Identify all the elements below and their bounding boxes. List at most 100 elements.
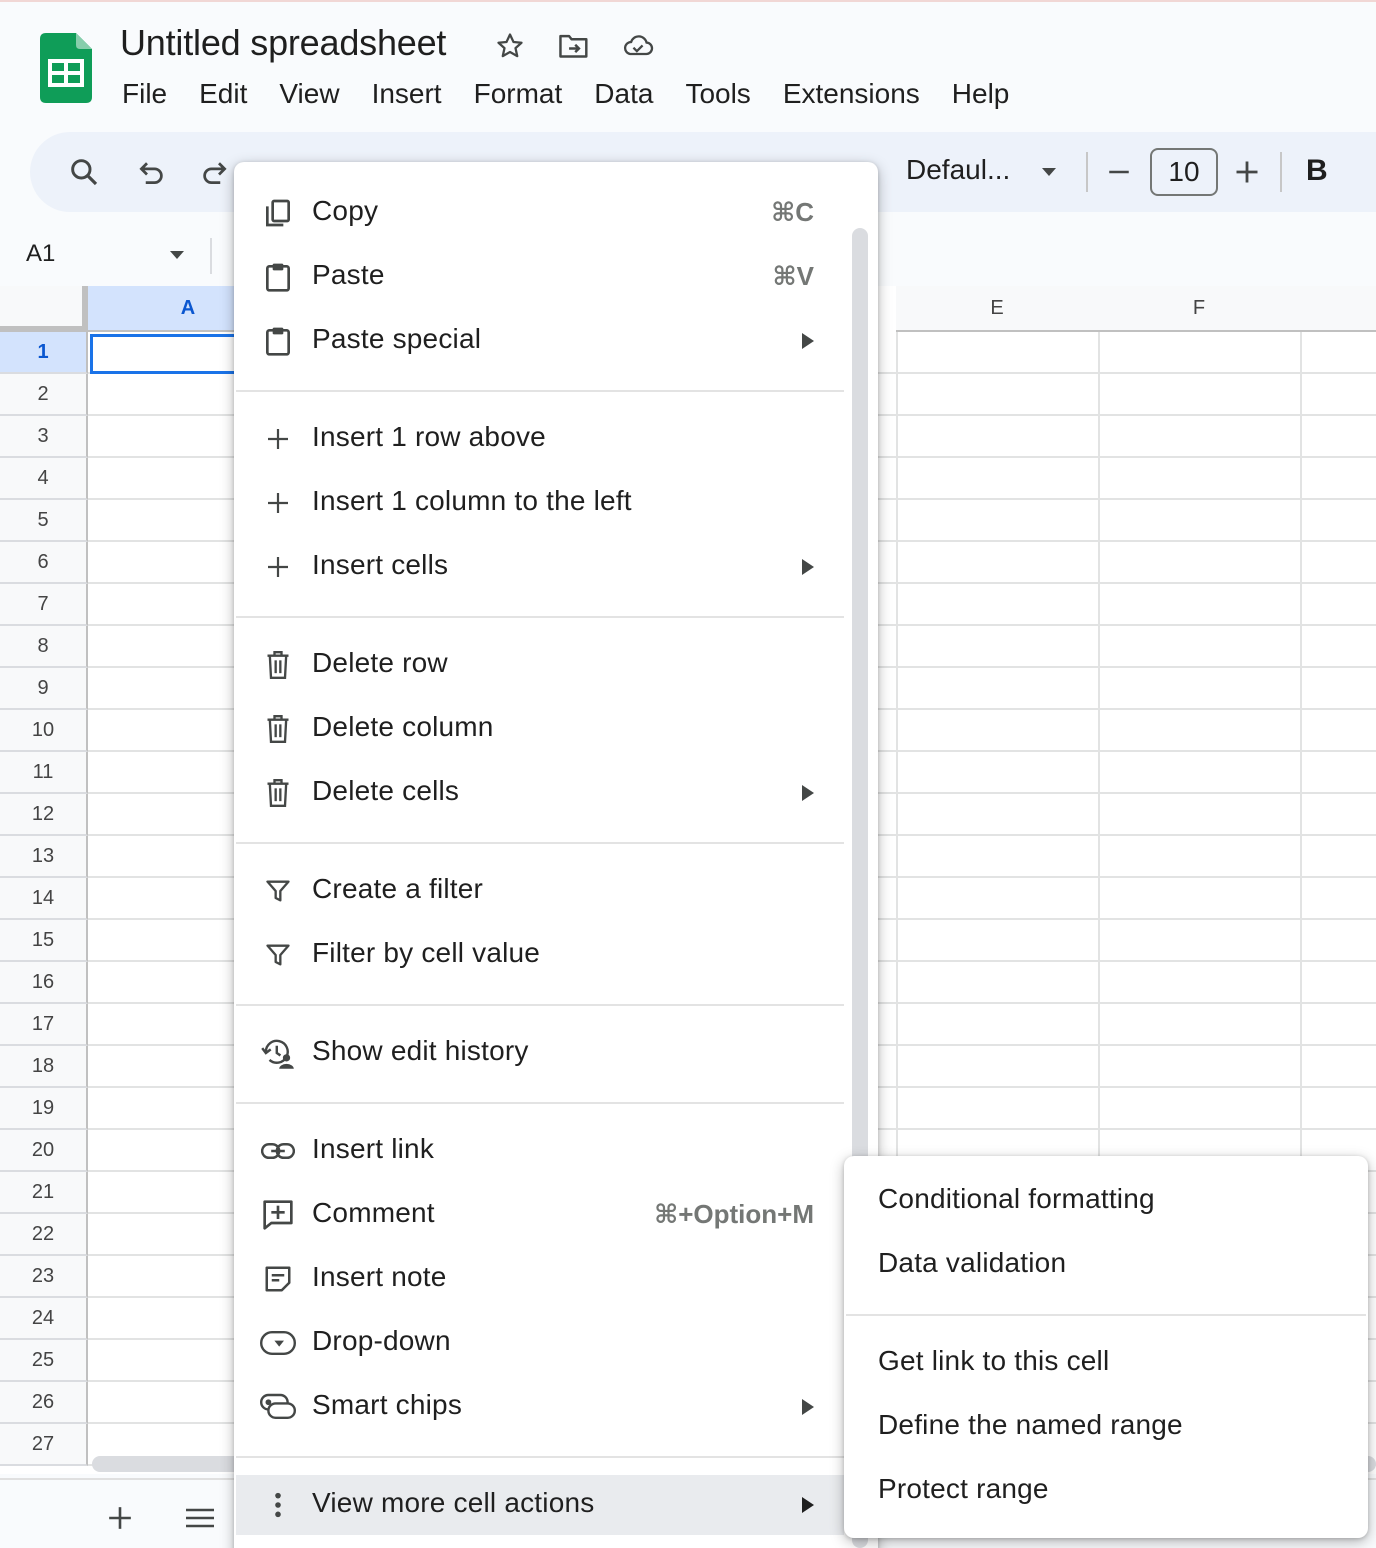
row-header[interactable]: 13 (0, 836, 88, 878)
trash-icon (260, 713, 296, 745)
move-folder-icon[interactable] (558, 30, 590, 62)
submenu-item-data-validation[interactable]: Data validation (844, 1235, 1368, 1295)
row-header[interactable]: 11 (0, 752, 88, 794)
increase-font-size-icon[interactable] (1228, 152, 1266, 192)
menu-item-show-edit-history[interactable]: Show edit history (236, 1023, 844, 1083)
submenu-item-label: Conditional formatting (878, 1183, 1155, 1214)
menu-edit[interactable]: Edit (183, 72, 263, 116)
submenu-arrow-icon (802, 333, 814, 349)
row-header[interactable]: 3 (0, 416, 88, 458)
menu-item-view-more-cell-actions[interactable]: View more cell actions (236, 1475, 844, 1535)
cloud-saved-icon[interactable] (622, 30, 654, 62)
row-header[interactable]: 6 (0, 542, 88, 584)
row-header[interactable]: 12 (0, 794, 88, 836)
row-header[interactable]: 9 (0, 668, 88, 710)
row-header[interactable]: 16 (0, 962, 88, 1004)
search-menus-icon[interactable] (64, 152, 104, 192)
menu-insert[interactable]: Insert (356, 72, 458, 116)
document-title[interactable]: Untitled spreadsheet (120, 22, 446, 64)
trash-icon (260, 649, 296, 681)
menu-item-delete-cells[interactable]: Delete cells (236, 763, 844, 823)
row-header[interactable]: 26 (0, 1382, 88, 1424)
star-icon[interactable] (494, 30, 526, 62)
menu-item-delete-row[interactable]: Delete row (236, 635, 844, 695)
menu-item-comment[interactable]: Comment ⌘+Option+M (236, 1185, 844, 1245)
row-header[interactable]: 18 (0, 1046, 88, 1088)
decrease-font-size-icon[interactable] (1100, 152, 1138, 192)
menu-item-paste-special[interactable]: Paste special (236, 311, 844, 371)
menu-view[interactable]: View (263, 72, 355, 116)
active-cell-a1[interactable] (90, 334, 240, 374)
bold-button[interactable]: B (1306, 154, 1328, 188)
row-header[interactable]: 22 (0, 1214, 88, 1256)
trash-icon (260, 777, 296, 809)
column-header-g[interactable] (1300, 286, 1376, 332)
menu-item-filter-by-cell-value[interactable]: Filter by cell value (236, 925, 844, 985)
add-sheet-icon[interactable] (100, 1500, 140, 1536)
menu-divider (236, 842, 844, 844)
menu-divider (236, 1102, 844, 1104)
menu-item-smart-chips[interactable]: Smart chips (236, 1377, 844, 1437)
select-all-corner[interactable] (0, 286, 88, 332)
all-sheets-icon[interactable] (180, 1500, 220, 1536)
menu-data[interactable]: Data (578, 72, 669, 116)
row-header[interactable]: 2 (0, 374, 88, 416)
menu-item-insert-note[interactable]: Insert note (236, 1249, 844, 1309)
menu-item-delete-column[interactable]: Delete column (236, 699, 844, 759)
menu-extensions[interactable]: Extensions (767, 72, 936, 116)
row-header[interactable]: 24 (0, 1298, 88, 1340)
menu-item-insert-link[interactable]: Insert link (236, 1121, 844, 1181)
menu-item-label: Filter by cell value (312, 937, 541, 968)
menu-item-label: Delete row (312, 647, 448, 678)
row-header[interactable]: 15 (0, 920, 88, 962)
menu-item-label: Paste special (312, 323, 482, 354)
submenu-item-define-named-range[interactable]: Define the named range (844, 1397, 1368, 1457)
row-header[interactable]: 7 (0, 584, 88, 626)
name-box[interactable]: A1 (26, 240, 55, 268)
undo-icon[interactable] (132, 152, 172, 192)
row-header[interactable]: 10 (0, 710, 88, 752)
font-family-select[interactable]: Defaul... (906, 154, 1010, 186)
menu-format[interactable]: Format (458, 72, 579, 116)
row-header[interactable]: 5 (0, 500, 88, 542)
menu-item-insert-column-left[interactable]: Insert 1 column to the left (236, 473, 844, 533)
row-header[interactable]: 17 (0, 1004, 88, 1046)
row-header[interactable]: 1 (0, 332, 88, 374)
menu-tools[interactable]: Tools (669, 72, 766, 116)
menu-item-label: Create a filter (312, 873, 484, 904)
menu-divider (236, 1456, 844, 1458)
toolbar-divider (1280, 152, 1282, 192)
row-header[interactable]: 21 (0, 1172, 88, 1214)
menu-item-create-filter[interactable]: Create a filter (236, 861, 844, 921)
submenu-item-get-link[interactable]: Get link to this cell (844, 1333, 1368, 1393)
plus-icon (260, 423, 296, 455)
submenu-arrow-icon (802, 785, 814, 801)
row-header[interactable]: 14 (0, 878, 88, 920)
redo-icon[interactable] (196, 152, 232, 192)
row-header[interactable]: 4 (0, 458, 88, 500)
menu-item-insert-cells[interactable]: Insert cells (236, 537, 844, 597)
submenu-item-conditional-formatting[interactable]: Conditional formatting (844, 1171, 1368, 1231)
column-header-f[interactable]: F (1098, 286, 1302, 332)
row-header[interactable]: 19 (0, 1088, 88, 1130)
menu-file[interactable]: File (106, 72, 183, 116)
row-header[interactable]: 23 (0, 1256, 88, 1298)
sheets-logo-icon[interactable] (40, 33, 92, 103)
copy-icon (260, 197, 296, 229)
menu-help[interactable]: Help (936, 72, 1026, 116)
row-header[interactable]: 20 (0, 1130, 88, 1172)
font-dropdown-caret-icon[interactable] (1034, 152, 1064, 192)
font-size-input[interactable]: 10 (1150, 148, 1218, 196)
menu-item-copy[interactable]: Copy ⌘C (236, 183, 844, 243)
row-header[interactable]: 27 (0, 1424, 88, 1466)
submenu-item-protect-range[interactable]: Protect range (844, 1461, 1368, 1521)
row-header[interactable]: 25 (0, 1340, 88, 1382)
menu-item-insert-row-above[interactable]: Insert 1 row above (236, 409, 844, 469)
menu-item-drop-down[interactable]: Drop-down (236, 1313, 844, 1373)
menu-item-label: Delete column (312, 711, 494, 742)
row-header[interactable]: 8 (0, 626, 88, 668)
menu-item-paste[interactable]: Paste ⌘V (236, 247, 844, 307)
column-header-e[interactable]: E (896, 286, 1100, 332)
menu-divider (236, 390, 844, 392)
name-box-caret-icon[interactable] (168, 248, 186, 266)
